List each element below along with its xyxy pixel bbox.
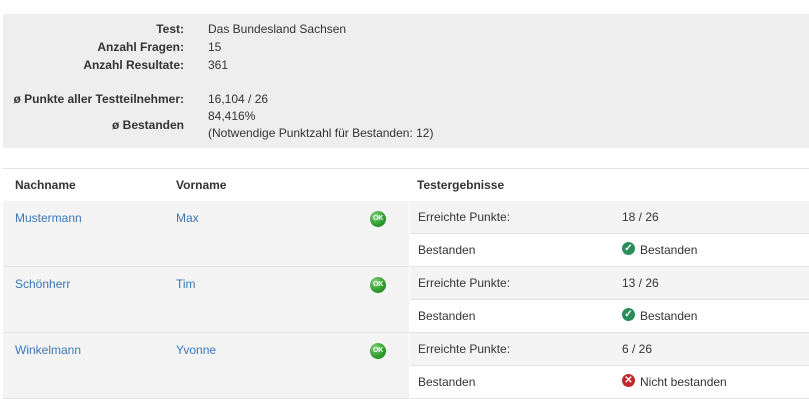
lastname-link[interactable]: Mustermann bbox=[15, 211, 82, 225]
passed-label: Bestanden bbox=[418, 309, 476, 323]
results-table: Nachname Vorname Testergebnisse Musterma… bbox=[3, 168, 809, 399]
points-value: 18 / 26 bbox=[622, 210, 659, 224]
points-label: Erreichte Punkte: bbox=[418, 342, 511, 356]
column-header-results: Testergebnisse bbox=[417, 178, 505, 192]
check-icon: ✓ bbox=[622, 242, 635, 255]
passed-label: Bestanden bbox=[418, 375, 476, 389]
lastname-link[interactable]: Schönherr bbox=[15, 277, 70, 291]
passed-status: Bestanden bbox=[640, 243, 698, 257]
firstname-link[interactable]: Max bbox=[176, 211, 199, 225]
passed-row: Bestanden ✓ Bestanden bbox=[410, 234, 809, 267]
passed-status: Bestanden bbox=[640, 309, 698, 323]
points-value: 6 / 26 bbox=[622, 342, 653, 356]
ok-icon[interactable]: OK bbox=[370, 277, 386, 293]
firstname-link[interactable]: Yvonne bbox=[176, 343, 216, 357]
avg-points-value: 16,104 / 26 bbox=[208, 92, 269, 106]
avg-passed-label: ø Bestanden bbox=[111, 118, 184, 132]
table-header: Nachname Vorname Testergebnisse bbox=[3, 168, 809, 202]
results-count-label: Anzahl Resultate: bbox=[83, 58, 184, 72]
passed-threshold-note: (Notwendige Punktzahl für Bestanden: 12) bbox=[208, 126, 434, 140]
test-summary-panel: Test: Das Bundesland Sachsen Anzahl Frag… bbox=[3, 14, 809, 148]
test-label: Test: bbox=[156, 22, 184, 36]
table-row: Mustermann Max OK bbox=[3, 201, 409, 267]
cross-icon: ✕ bbox=[622, 374, 635, 387]
questions-value: 15 bbox=[208, 40, 222, 54]
results-count-value: 361 bbox=[208, 58, 229, 72]
test-value: Das Bundesland Sachsen bbox=[208, 22, 347, 36]
failed-status: Nicht bestanden bbox=[640, 375, 727, 389]
lastname-link[interactable]: Winkelmann bbox=[15, 343, 81, 357]
column-header-firstname: Vorname bbox=[176, 178, 227, 192]
points-row: Erreichte Punkte: 6 / 26 bbox=[410, 333, 809, 366]
points-value: 13 / 26 bbox=[622, 276, 659, 290]
questions-label: Anzahl Fragen: bbox=[97, 40, 184, 54]
passed-label: Bestanden bbox=[418, 243, 476, 257]
check-icon: ✓ bbox=[622, 308, 635, 321]
points-label: Erreichte Punkte: bbox=[418, 210, 511, 224]
table-row: Schönherr Tim OK bbox=[3, 267, 409, 333]
ok-icon[interactable]: OK bbox=[370, 343, 386, 359]
points-row: Erreichte Punkte: 13 / 26 bbox=[410, 267, 809, 300]
table-row: Winkelmann Yvonne OK bbox=[3, 333, 409, 399]
passed-row: Bestanden ✕ Nicht bestanden bbox=[410, 366, 809, 399]
firstname-link[interactable]: Tim bbox=[176, 277, 196, 291]
ok-icon[interactable]: OK bbox=[370, 211, 386, 227]
column-header-lastname: Nachname bbox=[15, 178, 76, 192]
points-label: Erreichte Punkte: bbox=[418, 276, 511, 290]
passed-row: Bestanden ✓ Bestanden bbox=[410, 300, 809, 333]
points-row: Erreichte Punkte: 18 / 26 bbox=[410, 201, 809, 234]
avg-points-label: ø Punkte aller Testteilnehmer: bbox=[13, 92, 185, 106]
avg-passed-value: 84,416% bbox=[208, 109, 256, 123]
